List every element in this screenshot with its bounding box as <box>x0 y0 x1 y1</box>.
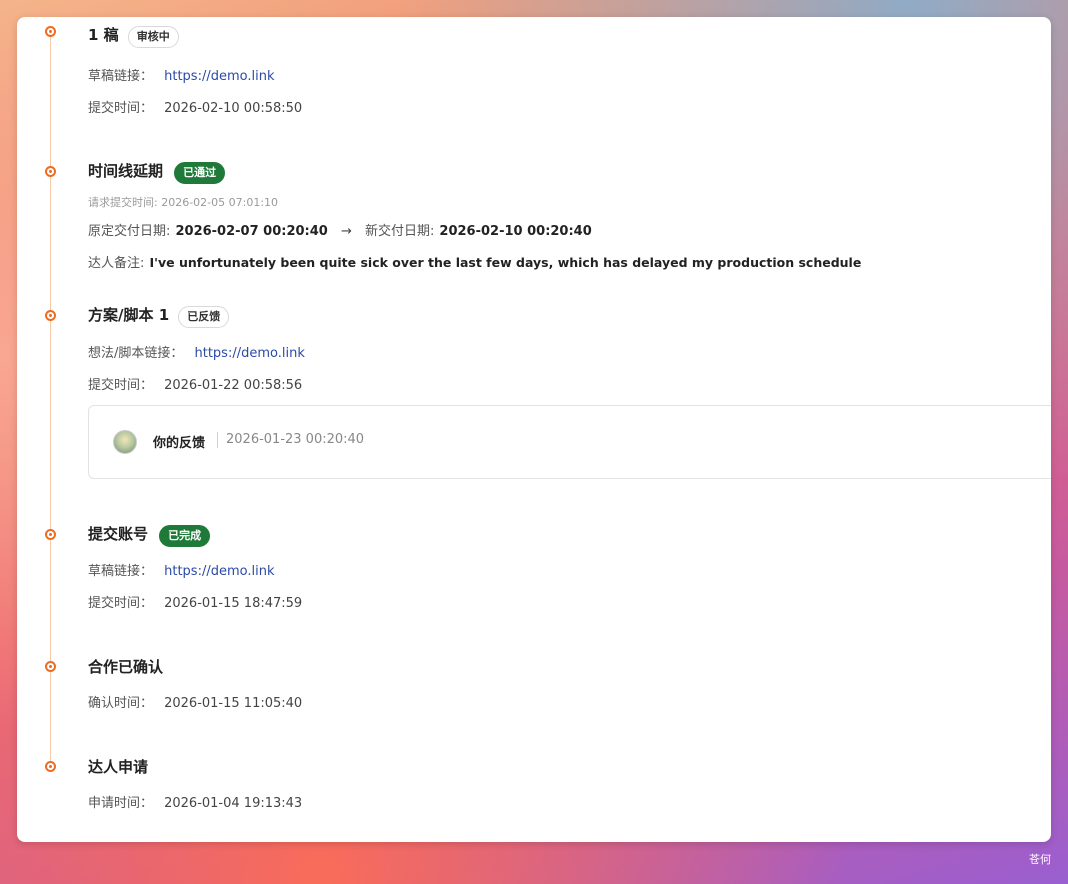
divider <box>217 432 218 448</box>
link-label: 想法/脚本链接： <box>88 346 184 361</box>
link-label: 草稿链接： <box>88 564 154 579</box>
timeline-dot <box>45 761 56 772</box>
account-link[interactable]: https://demo.link <box>164 564 274 579</box>
timeline-line <box>50 31 51 771</box>
time-label: 提交时间： <box>88 596 154 611</box>
feedback-label: 你的反馈 <box>153 436 206 451</box>
note-value: I've unfortunately been quite sick over … <box>149 255 862 270</box>
status-badge: 已反馈 <box>178 306 230 328</box>
timeline-item-confirmed: 合作已确认 <box>88 656 163 677</box>
timeline-card: 1 稿 审核中 草稿链接： https://demo.link 提交时间： 20… <box>17 17 1051 842</box>
note-label: 达人备注: <box>88 256 145 271</box>
time-label: 提交时间： <box>88 101 154 116</box>
item-title: 时间线延期 <box>88 162 164 180</box>
status-badge: 已通过 <box>174 162 226 184</box>
time-label: 提交时间： <box>88 378 154 393</box>
item-title: 方案/脚本 1 <box>88 306 170 324</box>
time-value: 2026-02-10 00:58:50 <box>164 101 303 116</box>
time-label: 确认时间： <box>88 696 154 711</box>
timeline-dot <box>45 529 56 540</box>
new-date-label: 新交付日期: <box>364 224 435 239</box>
timeline-dot <box>45 661 56 672</box>
time-value: 2026-01-15 18:47:59 <box>164 596 303 611</box>
orig-date-value: 2026-02-07 00:20:40 <box>175 224 328 239</box>
creator-note-row: 达人备注: I've unfortunately been quite sick… <box>88 252 861 271</box>
timeline-dot <box>45 26 56 37</box>
link-label: 草稿链接： <box>88 69 154 84</box>
feedback-card[interactable]: 你的反馈 2026-01-23 00:20:40 <box>88 405 1051 479</box>
timeline-item-account: 提交账号 已完成 <box>88 523 211 547</box>
timeline-item-extension: 时间线延期 已通过 <box>88 160 226 184</box>
new-date-value: 2026-02-10 00:20:40 <box>439 224 592 239</box>
status-badge: 已完成 <box>159 525 211 547</box>
avatar <box>113 430 137 454</box>
status-badge: 审核中 <box>127 26 179 48</box>
time-value: 2026-01-15 11:05:40 <box>164 696 303 711</box>
timeline-dot <box>45 166 56 177</box>
item-title: 提交账号 <box>88 525 149 543</box>
arrow-right-icon: → <box>340 224 352 239</box>
item-title: 达人申请 <box>88 758 149 776</box>
date-change-row: 原定交付日期: 2026-02-07 00:20:40 → 新交付日期: 202… <box>88 220 592 239</box>
timeline-dot <box>45 310 56 321</box>
script-link[interactable]: https://demo.link <box>194 346 304 361</box>
watermark: 苍何 <box>1029 853 1051 866</box>
time-label: 申请时间： <box>88 796 154 811</box>
timeline-item-script1: 方案/脚本 1 已反馈 <box>88 304 230 328</box>
orig-date-label: 原定交付日期: <box>88 224 171 239</box>
draft-link[interactable]: https://demo.link <box>164 69 274 84</box>
timeline-item-apply: 达人申请 <box>88 756 148 777</box>
item-title: 合作已确认 <box>88 658 164 676</box>
item-title: 1 稿 <box>88 26 119 44</box>
request-time: 请求提交时间: 2026-02-05 07:01:10 <box>88 196 279 209</box>
timeline-item-draft1: 1 稿 审核中 <box>88 24 179 48</box>
time-value: 2026-01-04 19:13:43 <box>164 796 303 811</box>
time-value: 2026-01-22 00:58:56 <box>164 378 303 393</box>
feedback-time: 2026-01-23 00:20:40 <box>226 432 365 447</box>
